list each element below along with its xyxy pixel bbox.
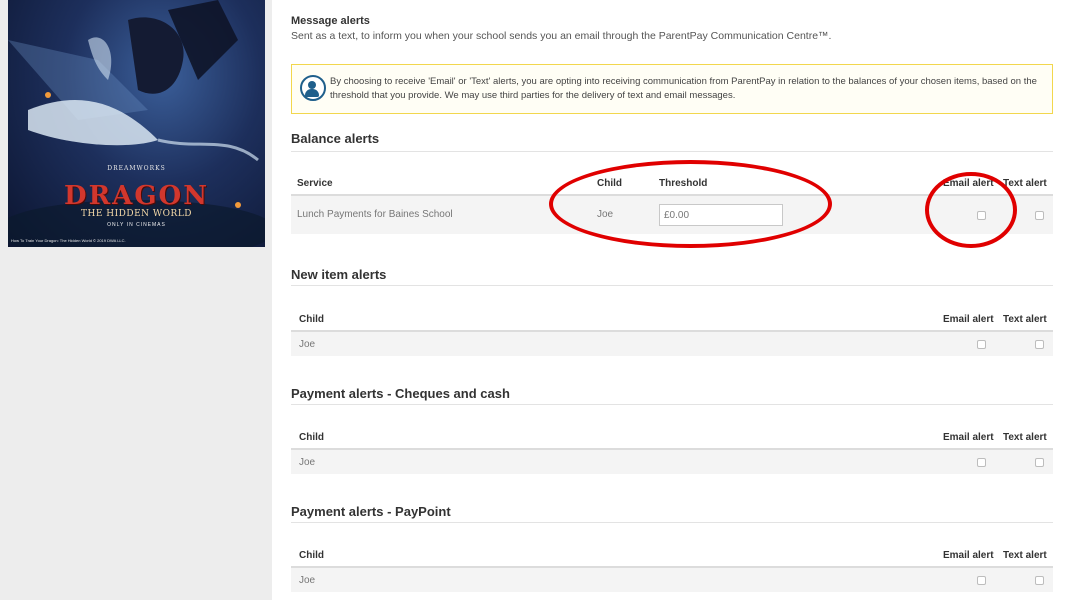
table-row: Joe <box>291 450 1053 474</box>
header-email-alert: Email alert <box>943 550 994 561</box>
email-alert-checkbox[interactable] <box>977 458 986 467</box>
balance-alerts-title: Balance alerts <box>291 131 380 146</box>
notice-box: By choosing to receive 'Email' or 'Text'… <box>291 64 1053 114</box>
text-alert-checkbox[interactable] <box>1035 211 1044 220</box>
divider <box>291 404 1053 405</box>
service-name: Lunch Payments for Baines School <box>297 209 453 220</box>
table-header: Child Email alert Text alert <box>291 544 1053 568</box>
ad-credit: How To Train Your Dragon: The Hidden Wor… <box>11 238 126 243</box>
header-text-alert: Text alert <box>1003 314 1047 325</box>
person-info-icon <box>300 75 326 101</box>
text-alert-checkbox[interactable] <box>1035 576 1044 585</box>
email-alert-checkbox[interactable] <box>977 576 986 585</box>
advert-banner[interactable]: DREAMWORKS DRAGON THE HIDDEN WORLD ONLY … <box>8 0 265 247</box>
table-header: Child Email alert Text alert <box>291 426 1053 450</box>
new-item-alerts-title: New item alerts <box>291 267 387 282</box>
header-service: Service <box>297 178 333 189</box>
ad-title: DRAGON <box>64 181 209 211</box>
header-email-alert: Email alert <box>943 314 994 325</box>
ad-subtitle: THE HIDDEN WORLD <box>80 209 193 219</box>
table-row: Joe <box>291 332 1053 356</box>
ad-tagline: ONLY IN CINEMAS <box>107 222 166 228</box>
annotation-circle-threshold <box>549 160 832 248</box>
child-name: Joe <box>299 339 316 350</box>
header-text-alert: Text alert <box>1003 178 1047 189</box>
paypoint-alerts-table: Child Email alert Text alert Joe <box>291 544 1053 592</box>
notice-text: By choosing to receive 'Email' or 'Text'… <box>330 76 1037 101</box>
cheques-alerts-table: Child Email alert Text alert Joe <box>291 426 1053 474</box>
divider <box>291 285 1053 286</box>
header-text-alert: Text alert <box>1003 432 1047 443</box>
header-email-alert: Email alert <box>943 432 994 443</box>
paypoint-alerts-title: Payment alerts - PayPoint <box>291 504 451 519</box>
text-alert-checkbox[interactable] <box>1035 340 1044 349</box>
divider <box>291 151 1053 152</box>
header-child: Child <box>299 432 324 443</box>
annotation-circle-email-alert <box>925 172 1017 248</box>
table-header: Child Email alert Text alert <box>291 308 1053 332</box>
cheques-alerts-title: Payment alerts - Cheques and cash <box>291 386 510 401</box>
new-item-alerts-table: Child Email alert Text alert Joe <box>291 308 1053 356</box>
text-alert-checkbox[interactable] <box>1035 458 1044 467</box>
child-name: Joe <box>299 575 316 586</box>
message-alerts-description: Sent as a text, to inform you when your … <box>291 30 832 42</box>
header-child: Child <box>299 550 324 561</box>
header-child: Child <box>299 314 324 325</box>
divider <box>291 522 1053 523</box>
email-alert-checkbox[interactable] <box>977 340 986 349</box>
table-row: Joe <box>291 568 1053 592</box>
header-text-alert: Text alert <box>1003 550 1047 561</box>
ad-brand: DREAMWORKS <box>107 165 166 172</box>
message-alerts-title: Message alerts <box>291 15 370 27</box>
child-name: Joe <box>299 457 316 468</box>
